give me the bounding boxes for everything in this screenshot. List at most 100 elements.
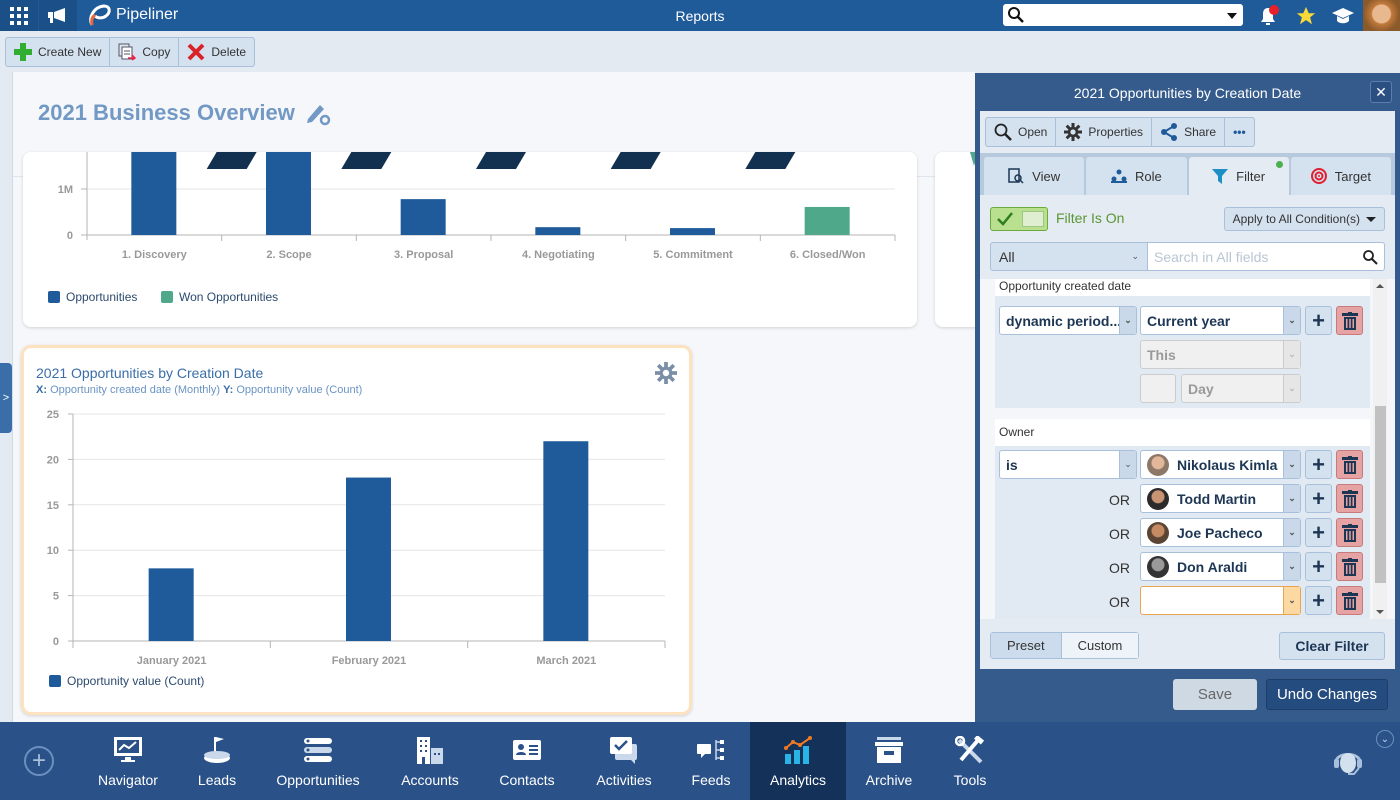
custom-button[interactable]: Custom	[1061, 633, 1139, 658]
scroll-down-icon[interactable]	[1376, 610, 1384, 614]
legend-won-opportunities[interactable]: Won Opportunities	[161, 290, 278, 304]
close-button[interactable]: ✕	[1370, 81, 1392, 103]
add-owner-button[interactable]: +	[1305, 586, 1332, 615]
user-avatar[interactable]	[1363, 0, 1400, 31]
panel-title: 2021 Opportunities by Creation Date	[1073, 85, 1302, 101]
plus-icon: +	[1312, 485, 1325, 511]
owner-select-4[interactable]: Don Araldi ⌄	[1140, 552, 1301, 581]
add-owner-button[interactable]: +	[1305, 518, 1332, 547]
nav-activities[interactable]: Activities	[586, 722, 662, 800]
global-search-input[interactable]	[1003, 4, 1243, 26]
trash-icon	[1341, 523, 1358, 542]
nav-navigator[interactable]: Navigator	[88, 722, 168, 800]
scroll-up-icon[interactable]	[1376, 284, 1384, 288]
apply-all-dropdown[interactable]: Apply to All Condition(s)	[1223, 207, 1385, 231]
chart-title: 2021 Opportunities by Creation Date	[36, 365, 264, 381]
add-owner-button[interactable]: +	[1305, 450, 1332, 479]
nav-analytics[interactable]: Analytics	[750, 722, 846, 800]
search-scope-select[interactable]: All ⌄	[990, 242, 1148, 271]
quick-add-button[interactable]: +	[24, 746, 54, 776]
delete-owner-button[interactable]	[1336, 450, 1363, 479]
stage-chart-card[interactable]: 0 1M 1. Discovery 2. Scope 3. Proposal 4. Neg…	[23, 152, 917, 327]
search-dropdown-icon[interactable]	[1227, 13, 1237, 19]
period-count-input[interactable]	[1140, 374, 1176, 403]
notifications-button[interactable]	[1250, 0, 1288, 31]
y-tick-label: 0	[53, 636, 59, 648]
edit-settings-icon[interactable]	[305, 100, 331, 126]
properties-button[interactable]: Properties	[1056, 118, 1153, 146]
legend-opportunities[interactable]: Opportunities	[48, 290, 137, 304]
relative-value: This	[1147, 346, 1176, 363]
tab-view[interactable]: View	[984, 157, 1085, 195]
owner-operator-select[interactable]: is ⌄	[999, 450, 1137, 479]
add-owner-button[interactable]: +	[1305, 552, 1332, 581]
tab-target[interactable]: Target	[1290, 157, 1391, 195]
owner-select-2[interactable]: Todd Martin ⌄	[1140, 484, 1301, 513]
nav-label: Navigator	[98, 772, 158, 788]
creation-chart: 0 5 10 15 20 25 January 2021 February 2021 March…	[47, 409, 666, 667]
more-button[interactable]: •••	[1225, 118, 1254, 146]
archive-box-icon	[875, 737, 903, 763]
chevron-down-icon: ⌄	[1283, 375, 1300, 402]
open-button[interactable]: Open	[986, 118, 1057, 146]
panel-tabs: View Role Filter Target	[980, 153, 1395, 195]
tab-role[interactable]: Role	[1086, 157, 1187, 195]
legend-swatch	[48, 291, 60, 303]
save-button[interactable]: Save	[1173, 679, 1257, 710]
bar-opportunities	[266, 152, 311, 235]
tab-label: Target	[1334, 168, 1371, 184]
add-owner-button[interactable]: +	[1305, 484, 1332, 513]
nav-leads[interactable]: Leads	[182, 722, 252, 800]
clear-filter-button[interactable]: Clear Filter	[1279, 632, 1385, 660]
chevron-down-icon[interactable]: ⌄	[1283, 587, 1300, 614]
nav-feeds[interactable]: Feeds	[682, 722, 740, 800]
support-button[interactable]	[1332, 746, 1364, 783]
owner-select-5[interactable]: ⌄	[1140, 586, 1301, 615]
side-chart-card[interactable]	[935, 152, 975, 327]
period-select[interactable]: Current year ⌄	[1140, 306, 1301, 335]
delete-owner-button[interactable]	[1336, 518, 1363, 547]
star-icon	[1296, 6, 1316, 24]
conditions-scrollbar[interactable]	[1373, 279, 1387, 619]
add-condition-button[interactable]: +	[1305, 306, 1332, 335]
tab-filter[interactable]: Filter	[1188, 157, 1289, 195]
creation-date-chart-card[interactable]: 2021 Opportunities by Creation Date X: O…	[21, 345, 692, 715]
undo-changes-button[interactable]: Undo Changes	[1266, 679, 1388, 710]
delete-button[interactable]: Delete	[179, 38, 254, 66]
academy-button[interactable]	[1324, 0, 1362, 31]
delete-owner-button[interactable]	[1336, 552, 1363, 581]
filter-toggle[interactable]	[990, 207, 1048, 231]
share-button[interactable]: Share	[1152, 118, 1226, 146]
operator-select[interactable]: dynamic period... ⌄	[999, 306, 1137, 335]
plus-icon: +	[1312, 519, 1325, 545]
scrollbar-thumb[interactable]	[1375, 406, 1386, 583]
collapse-nav-button[interactable]: ⌄	[1376, 730, 1394, 748]
left-panel-expander[interactable]: >	[0, 363, 12, 433]
relative-select[interactable]: This ⌄	[1140, 340, 1301, 369]
create-new-button[interactable]: Create New	[6, 38, 111, 66]
owner-select-3[interactable]: Joe Pacheco ⌄	[1140, 518, 1301, 547]
nav-tools[interactable]: Tools	[940, 722, 1000, 800]
accounts-building-icon	[417, 737, 443, 764]
delete-label: Delete	[211, 45, 247, 59]
owner-select-1[interactable]: Nikolaus Kimla ⌄	[1140, 450, 1301, 479]
search-icon[interactable]	[1362, 249, 1378, 265]
gear-icon[interactable]	[655, 362, 677, 384]
y-tick-label: 15	[47, 500, 59, 512]
x-tick-label: 1. Discovery	[122, 249, 188, 261]
delete-condition-button[interactable]	[1336, 306, 1363, 335]
preset-button[interactable]: Preset	[991, 633, 1062, 658]
favorites-button[interactable]	[1287, 0, 1325, 31]
nav-accounts[interactable]: Accounts	[392, 722, 468, 800]
copy-button[interactable]: Copy	[110, 38, 180, 66]
x-tick-label: 4. Negotiating	[522, 249, 595, 261]
nav-archive[interactable]: Archive	[858, 722, 920, 800]
nav-contacts[interactable]: Contacts	[490, 722, 564, 800]
delete-owner-button[interactable]	[1336, 586, 1363, 615]
delete-owner-button[interactable]	[1336, 484, 1363, 513]
plus-icon: +	[1312, 307, 1325, 333]
nav-opportunities[interactable]: Opportunities	[270, 722, 366, 800]
period-unit-select[interactable]: Day ⌄	[1181, 374, 1301, 403]
legend-opportunity-value[interactable]: Opportunity value (Count)	[49, 674, 204, 688]
filter-search-input[interactable]	[1148, 243, 1348, 270]
